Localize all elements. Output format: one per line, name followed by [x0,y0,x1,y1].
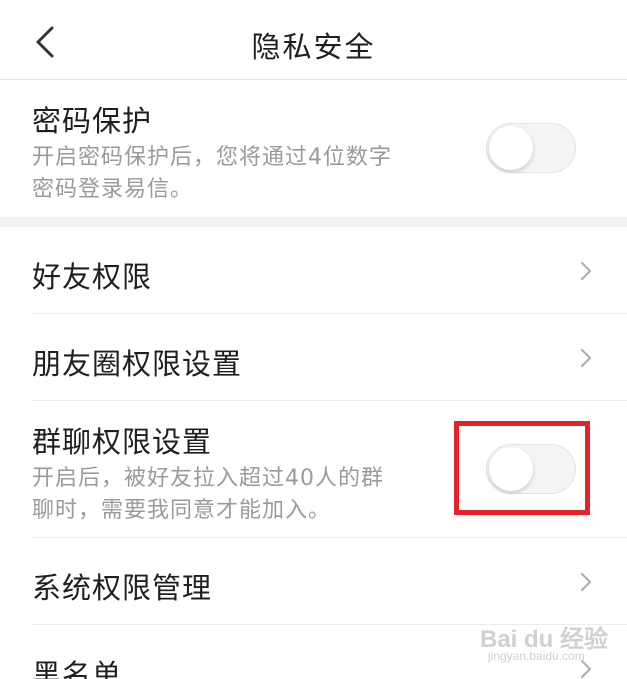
group-chat-permissions-desc: 开启后，被好友拉入超过40人的群 聊时，需要我同意才能加入。 [32,463,452,527]
group-chat-permissions-desc-line2: 聊时，需要我同意才能加入。 [32,498,332,523]
friend-permissions-title: 好友权限 [32,260,153,294]
baidu-watermark: Bai du 经验 jingyan.baidu.com [480,611,620,671]
group-chat-permissions-title: 群聊权限设置 [32,425,213,459]
group-chat-permissions-desc-line1: 开启后，被好友拉入超过40人的群 [32,466,384,491]
page-title: 隐私安全 [251,30,376,64]
password-protection-desc: 开启密码保护后，您将通过4位数字 密码登录易信。 [32,142,452,206]
password-protection-row: 密码保护 开启密码保护后，您将通过4位数字 密码登录易信。 [0,80,627,217]
chevron-right-icon [580,261,592,281]
watermark-sub: jingyan.baidu.com [488,649,585,663]
toggle-knob [489,447,533,491]
password-protection-desc-line2: 密码登录易信。 [32,177,194,202]
password-protection-toggle[interactable] [486,123,576,173]
chevron-right-icon [580,348,592,368]
section-divider [0,217,627,227]
friend-permissions-row[interactable]: 好友权限 [0,227,627,313]
moments-permissions-title: 朋友圈权限设置 [32,347,243,381]
group-chat-permissions-toggle[interactable] [486,444,576,494]
toggle-knob [489,126,533,170]
chevron-right-icon [580,572,592,592]
system-permissions-title: 系统权限管理 [32,571,213,605]
moments-permissions-row[interactable]: 朋友圈权限设置 [0,314,627,400]
nav-header: 隐私安全 [0,0,627,80]
group-chat-permissions-row: 群聊权限设置 开启后，被好友拉入超过40人的群 聊时，需要我同意才能加入。 [0,401,627,537]
blacklist-title: 黑名单 [32,658,123,679]
password-protection-desc-line1: 开启密码保护后，您将通过4位数字 [32,145,392,170]
password-protection-title: 密码保护 [32,104,153,138]
